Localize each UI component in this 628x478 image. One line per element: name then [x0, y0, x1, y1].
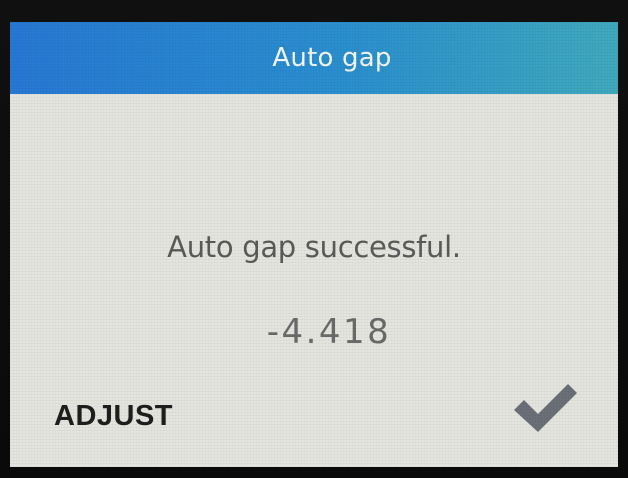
device-screen: Auto gap Auto gap successful. -4.418 ADJ…: [10, 22, 618, 467]
confirm-button[interactable]: [510, 378, 580, 438]
page-title: Auto gap: [272, 43, 392, 73]
checkmark-icon: [514, 384, 577, 432]
gap-value: -4.418: [266, 312, 392, 352]
adjust-button[interactable]: ADJUST: [54, 400, 173, 433]
status-message: Auto gap successful.: [167, 230, 461, 264]
title-bar: Auto gap: [10, 22, 618, 94]
